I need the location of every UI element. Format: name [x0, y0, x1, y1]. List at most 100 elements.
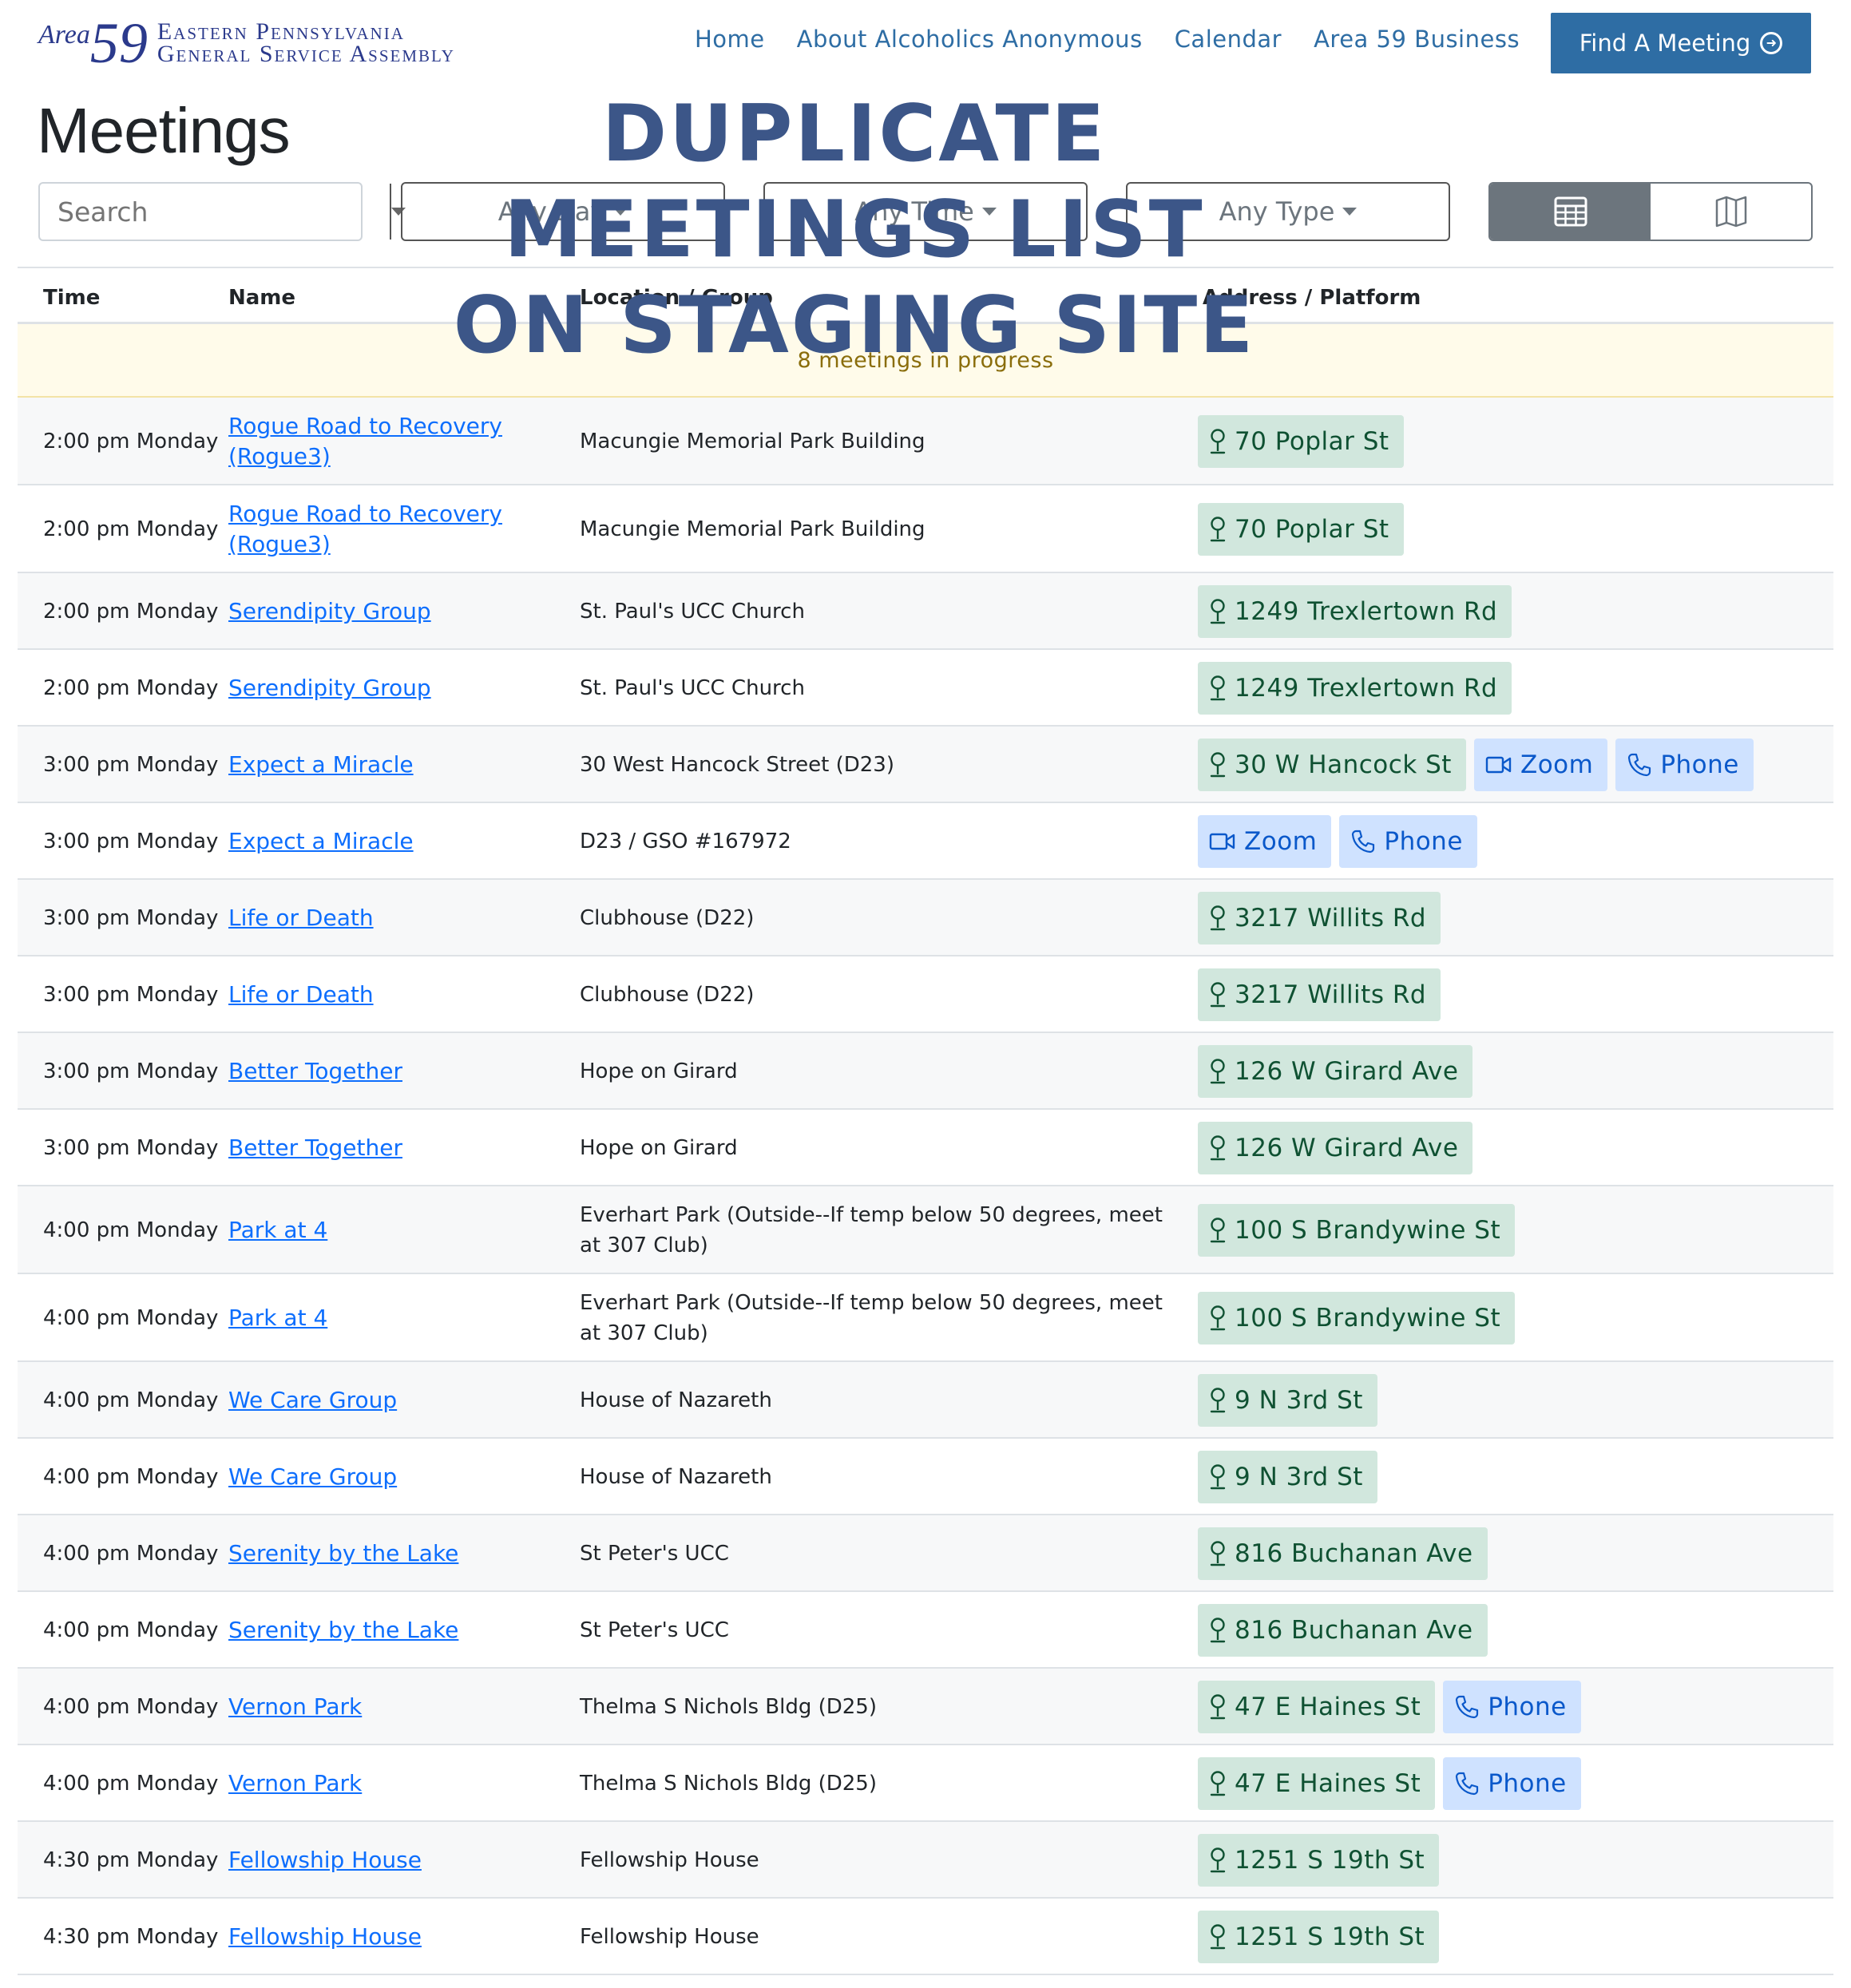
- map-pin-icon: [1209, 1217, 1227, 1244]
- table-row: 4:00 pm Monday Serenity by the Lake St Pet…: [18, 1515, 1833, 1592]
- header-location[interactable]: Location / Group: [580, 286, 773, 310]
- address-badge[interactable]: 3217 Willits Rd: [1198, 968, 1441, 1021]
- map-pin-icon: [1209, 1135, 1227, 1162]
- header-address[interactable]: Address / Platform: [1203, 286, 1421, 310]
- address-badge[interactable]: 9 N 3rd St: [1198, 1374, 1377, 1427]
- meeting-address-platform: 3217 Willits Rd: [1198, 968, 1441, 1021]
- meeting-name-link[interactable]: Expect a Miracle: [228, 826, 564, 857]
- meeting-address-platform: 100 S Brandywine St: [1198, 1292, 1516, 1344]
- meeting-name-link[interactable]: Rogue Road to Recovery (Rogue3): [228, 499, 564, 560]
- address-badge[interactable]: 100 S Brandywine St: [1198, 1204, 1516, 1257]
- address-badge[interactable]: 47 E Haines St: [1198, 1681, 1436, 1733]
- nav-calendar[interactable]: Calendar: [1175, 26, 1282, 53]
- meeting-name-link[interactable]: Life or Death: [228, 980, 564, 1010]
- meeting-name-link[interactable]: Serendipity Group: [228, 596, 564, 627]
- address-badge[interactable]: 47 E Haines St: [1198, 1757, 1436, 1810]
- map-pin-icon: [1209, 1617, 1227, 1644]
- meetings-table: Time Name Location / Group Address / Pla…: [18, 267, 1833, 1975]
- phone-badge[interactable]: Phone: [1615, 739, 1754, 791]
- address-badge[interactable]: 816 Buchanan Ave: [1198, 1527, 1488, 1580]
- zoom-badge[interactable]: Zoom: [1198, 815, 1332, 868]
- meeting-time: 3:00 pm Monday: [43, 1136, 219, 1160]
- meeting-name-link[interactable]: Serendipity Group: [228, 673, 564, 703]
- meeting-time: 4:00 pm Monday: [43, 1772, 219, 1796]
- table-row: 4:30 pm Monday Fellowship House Fellowship…: [18, 1899, 1833, 1975]
- meeting-name-link[interactable]: We Care Group: [228, 1462, 564, 1492]
- map-view-button[interactable]: [1651, 184, 1811, 240]
- address-badge[interactable]: 1249 Trexlertown Rd: [1198, 662, 1512, 715]
- time-filter-label: Any Time: [854, 196, 974, 227]
- address-badge[interactable]: 1249 Trexlertown Rd: [1198, 585, 1512, 638]
- table-row: 4:00 pm Monday Park at 4 Everhart Park (Ou…: [18, 1186, 1833, 1274]
- map-pin-icon: [1209, 1770, 1227, 1797]
- meeting-time: 3:00 pm Monday: [43, 830, 219, 853]
- meeting-name-link[interactable]: We Care Group: [228, 1385, 564, 1416]
- search-input[interactable]: [40, 184, 390, 240]
- phone-badge[interactable]: Phone: [1339, 815, 1477, 868]
- meeting-address-platform: 30 W Hancock St Zoom Phone: [1198, 739, 1754, 791]
- address-badge[interactable]: 70 Poplar St: [1198, 415, 1404, 468]
- address-badge[interactable]: 9 N 3rd St: [1198, 1451, 1377, 1503]
- address-badge[interactable]: 126 W Girard Ave: [1198, 1045, 1473, 1098]
- in-progress-text: 8 meetings in progress: [797, 347, 1054, 373]
- search-group: [38, 182, 406, 241]
- nav-area-business[interactable]: Area 59 Business: [1314, 26, 1520, 53]
- badge-label: Phone: [1660, 750, 1739, 779]
- phone-badge[interactable]: Phone: [1443, 1757, 1581, 1810]
- meeting-address-platform: 3217 Willits Rd: [1198, 892, 1441, 944]
- find-a-meeting-button[interactable]: Find A Meeting ➜: [1551, 13, 1811, 73]
- meeting-name-link[interactable]: Serenity by the Lake: [228, 1615, 564, 1645]
- site-logo[interactable]: Area 59 Eastern Pennsylvania General Ser…: [38, 14, 455, 72]
- address-badge[interactable]: 1251 S 19th St: [1198, 1834, 1440, 1887]
- meeting-name-link[interactable]: Better Together: [228, 1056, 564, 1087]
- in-progress-banner[interactable]: 8 meetings in progress: [18, 324, 1833, 398]
- meeting-name-link[interactable]: Serenity by the Lake: [228, 1539, 564, 1569]
- map-pin-icon: [1209, 751, 1227, 778]
- meeting-time: 4:00 pm Monday: [43, 1618, 219, 1642]
- meeting-name-link[interactable]: Fellowship House: [228, 1922, 564, 1952]
- nav-about-aa[interactable]: About Alcoholics Anonymous: [797, 26, 1143, 53]
- meeting-name-link[interactable]: Park at 4: [228, 1303, 564, 1333]
- meeting-name-link[interactable]: Life or Death: [228, 903, 564, 933]
- map-pin-icon: [1209, 1058, 1227, 1085]
- meeting-time: 3:00 pm Monday: [43, 983, 219, 1007]
- logo-text: Eastern Pennsylvania General Service Ass…: [157, 20, 455, 66]
- caret-down-icon: [981, 208, 997, 216]
- time-filter[interactable]: Any Time: [763, 182, 1088, 241]
- logo-area-number: 59: [89, 11, 148, 75]
- address-badge[interactable]: 816 Buchanan Ave: [1198, 1604, 1488, 1657]
- map-pin-icon: [1209, 1923, 1227, 1950]
- zoom-badge[interactable]: Zoom: [1473, 739, 1608, 791]
- meeting-name-link[interactable]: Rogue Road to Recovery (Rogue3): [228, 411, 564, 472]
- meeting-location: St Peter's UCC: [580, 1618, 729, 1642]
- address-badge[interactable]: 126 W Girard Ave: [1198, 1122, 1473, 1174]
- day-filter[interactable]: Any Day: [401, 182, 725, 241]
- address-badge[interactable]: 1251 S 19th St: [1198, 1911, 1440, 1963]
- meeting-time: 4:00 pm Monday: [43, 1465, 219, 1489]
- meeting-name-link[interactable]: Park at 4: [228, 1215, 564, 1245]
- address-badge[interactable]: 3217 Willits Rd: [1198, 892, 1441, 944]
- meeting-name-link[interactable]: Vernon Park: [228, 1768, 564, 1799]
- meeting-name-link[interactable]: Vernon Park: [228, 1692, 564, 1722]
- meeting-name-link[interactable]: Expect a Miracle: [228, 750, 564, 780]
- page-title: Meetings: [37, 95, 291, 166]
- meeting-name-link[interactable]: Fellowship House: [228, 1845, 564, 1875]
- table-view-button[interactable]: [1490, 184, 1651, 240]
- header-time[interactable]: Time: [43, 286, 100, 310]
- table-icon: [1554, 196, 1587, 227]
- address-badge[interactable]: 30 W Hancock St: [1198, 739, 1466, 791]
- address-badge[interactable]: 100 S Brandywine St: [1198, 1292, 1516, 1344]
- type-filter[interactable]: Any Type: [1126, 182, 1450, 241]
- table-header: Time Name Location / Group Address / Pla…: [18, 267, 1833, 324]
- header-name[interactable]: Name: [228, 286, 295, 310]
- phone-badge[interactable]: Phone: [1443, 1681, 1581, 1733]
- nav-home[interactable]: Home: [695, 26, 765, 53]
- map-pin-icon: [1209, 1693, 1227, 1721]
- day-filter-label: Any Day: [497, 196, 606, 227]
- address-badge[interactable]: 70 Poplar St: [1198, 503, 1404, 556]
- arrow-circle-right-icon: ➜: [1760, 32, 1783, 54]
- meeting-address-platform: 47 E Haines St Phone: [1198, 1757, 1581, 1810]
- meeting-location: Clubhouse (D22): [580, 906, 755, 930]
- meeting-time: 3:00 pm Monday: [43, 1059, 219, 1083]
- meeting-name-link[interactable]: Better Together: [228, 1133, 564, 1163]
